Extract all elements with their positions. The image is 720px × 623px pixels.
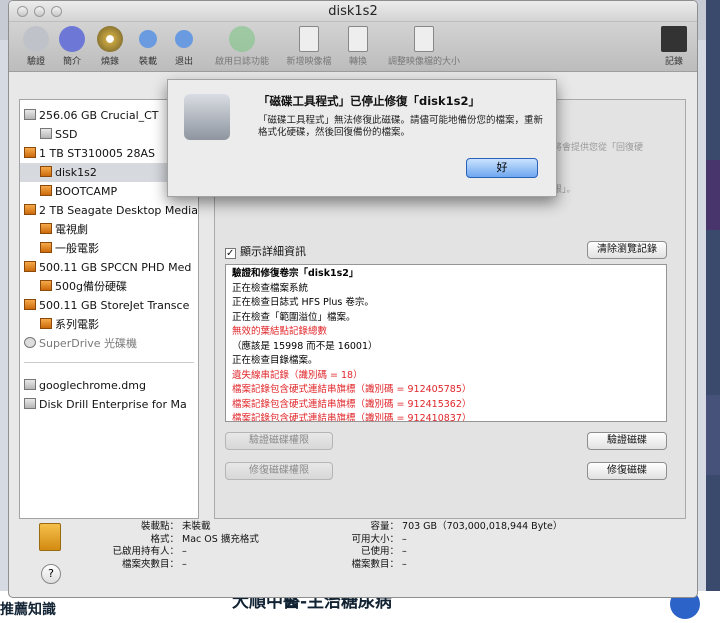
help-button[interactable]: ? [41,564,61,584]
disk-utility-icon [184,94,230,140]
disk-utility-window: disk1s2 驗證 簡介 燒錄 裝載 退出 啟用日誌功能 新增映像檔 轉換 調… [8,0,698,598]
sidebar-item[interactable]: SuperDrive 光碟機 [20,334,198,353]
log-toolbar-button[interactable]: 記錄 [659,26,689,67]
sidebar-item[interactable]: 系列電影 [20,315,198,334]
convert-icon [348,26,368,52]
new-image-toolbar-button[interactable]: 新增映像檔 [279,26,339,67]
sidebar-item[interactable]: 2 TB Seagate Desktop Media [20,201,198,220]
volume-icon [40,242,52,253]
verify-permissions-button[interactable]: 驗證磁碟權限 [225,432,333,450]
hard-disk-icon [24,109,36,120]
hard-disk-icon [24,147,36,158]
toolbar: 驗證 簡介 燒錄 裝載 退出 啟用日誌功能 新增映像檔 轉換 調整映像檔的大小 … [9,22,697,72]
log-line: 正在檢查檔案系統 [232,282,309,294]
new-image-icon [299,26,319,52]
mount-toolbar-button[interactable]: 裝載 [133,26,163,67]
usb-disk-icon [39,523,61,551]
info-right: 容量： 703 GB（703,000,018,944 Byte） 可用大小： –… [351,521,563,570]
repair-disk-button[interactable]: 修復磁碟 [587,462,667,480]
sidebar-item[interactable]: 一般電影 [20,239,198,258]
disk-image-icon [24,379,36,390]
checkmark-icon: ✓ [225,248,236,259]
log-line: 正在檢查日誌式 HFS Plus 卷宗。 [232,297,374,308]
hard-disk-icon [24,204,36,215]
faded-hint-text: 將會提供您從「回復硬 [553,143,644,153]
volume-icon [40,223,52,234]
sidebar-item[interactable]: googlechrome.dmg [20,376,198,395]
background-right-edge [706,0,720,623]
ok-button[interactable]: 好 [466,158,538,178]
log-line-error: 檔案記錄包含硬式連結串旗標（識別碼 = 912410837） [232,413,472,422]
volume-icon [40,185,52,196]
volume-icon [40,318,52,329]
info-icon [59,26,85,52]
sidebar-divider [24,362,194,363]
repair-log[interactable]: 驗證和修復卷宗「disk1s2」 正在檢查檔案系統 正在檢查日誌式 HFS Pl… [225,264,667,422]
background-link[interactable]: 推薦知識 [0,599,56,619]
background-ad-strip [706,160,720,230]
volume-icon [40,128,52,139]
hard-disk-icon [24,261,36,272]
eject-toolbar-button[interactable]: 退出 [169,26,199,67]
window-title: disk1s2 [328,4,378,19]
disk-image-icon [24,398,36,409]
repair-permissions-button[interactable]: 修復磁碟權限 [225,462,333,480]
disk-info-bar: ? 裝載點： 未裝載 格式： Mac OS 擴充格式 已啟用持有人： – 檔案夾… [19,513,689,593]
mount-icon [139,30,157,48]
eject-icon [175,30,193,48]
log-line-error: 無效的葉結點記錄總數 [232,326,328,337]
info-toolbar-button[interactable]: 簡介 [57,26,87,67]
clear-history-button[interactable]: 清除瀏覽記錄 [587,241,667,259]
sidebar-item[interactable]: 500g備份硬碟 [20,277,198,296]
log-line-error: 檔案記錄包含硬式連結串旗標（識別碼 = 912415362） [232,398,472,410]
background-ad-strip-2 [706,395,720,475]
log-icon [661,26,687,52]
resize-image-toolbar-button[interactable]: 調整映像檔的大小 [381,26,467,67]
log-line: 驗證和修復卷宗「disk1s2」 [232,268,359,279]
hard-disk-icon [24,299,36,310]
info-left: 裝載點： 未裝載 格式： Mac OS 擴充格式 已啟用持有人： – 檔案夾數目… [112,521,259,570]
log-line-error: 檔案記錄包含硬式連結串旗標（識別碼 = 912405785） [232,384,472,395]
enable-journaling-toolbar-button[interactable]: 啟用日誌功能 [207,26,277,67]
sidebar-item[interactable]: 500.11 GB SPCCN PHD Med [20,258,198,277]
sidebar-item[interactable]: 500.11 GB StoreJet Transce [20,296,198,315]
volume-icon [40,166,52,177]
show-details-checkbox[interactable]: ✓ 顯示詳細資訊 [225,243,306,259]
journal-icon [229,26,255,52]
resize-image-icon [414,26,434,52]
verify-toolbar-button[interactable]: 驗證 [21,26,51,67]
sidebar-item[interactable]: Disk Drill Enterprise for Ma [20,395,198,414]
volume-icon [40,280,52,291]
log-line: （應該是 15998 而不是 16001） [232,340,378,352]
burn-toolbar-button[interactable]: 燒錄 [95,26,125,67]
convert-toolbar-button[interactable]: 轉換 [341,26,375,67]
sidebar-item[interactable]: 電視劇 [20,220,198,239]
alert-message: 「磁碟工具程式」無法修復此磁碟。請儘可能地備份您的檔案，重新格式化硬碟，然後回復… [258,115,544,138]
log-line: 正在檢查「範圍溢位」檔案。 [232,311,356,323]
log-line-error: 遺失線串記錄（識別碼 = 18） [232,369,363,381]
burn-disc-icon [97,26,123,52]
repair-failed-alert: 「磁碟工具程式」已停止修復「disk1s2」 「磁碟工具程式」無法修復此磁碟。請… [167,79,557,197]
alert-title: 「磁碟工具程式」已停止修復「disk1s2」 [258,94,481,108]
title-bar[interactable]: disk1s2 [9,1,697,22]
optical-drive-icon [24,337,36,348]
microscope-icon [23,26,49,52]
log-line: 正在檢查目錄檔案。 [232,355,318,366]
verify-disk-button[interactable]: 驗證磁碟 [587,432,667,450]
